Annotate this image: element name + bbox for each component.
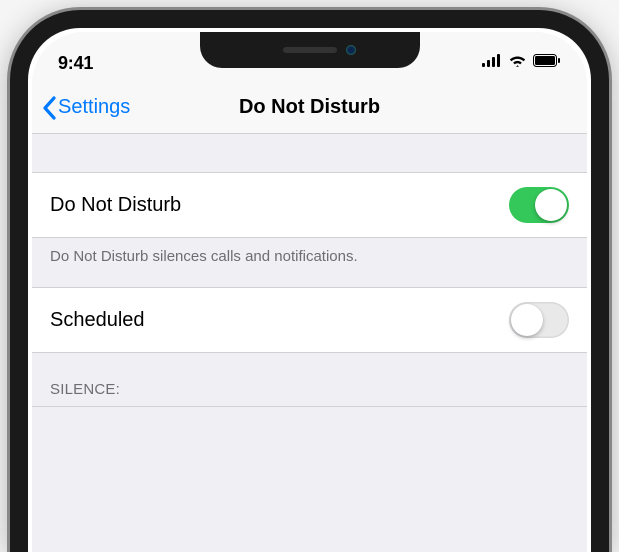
chevron-left-icon [42, 96, 56, 120]
page-title: Do Not Disturb [239, 96, 380, 119]
scheduled-label: Scheduled [50, 309, 145, 332]
notch [200, 32, 420, 68]
toggle-knob [511, 304, 543, 336]
battery-icon [533, 54, 561, 72]
back-button[interactable]: Settings [42, 96, 130, 120]
nav-bar: Settings Do Not Disturb [32, 82, 587, 134]
dnd-footer: Do Not Disturb silences calls and notifi… [32, 238, 587, 287]
cellular-icon [482, 54, 502, 72]
status-icons [482, 54, 561, 72]
content: Do Not Disturb Do Not Disturb silences c… [32, 134, 587, 407]
status-time: 9:41 [58, 53, 93, 74]
front-camera [346, 45, 356, 55]
dnd-toggle[interactable] [509, 187, 569, 223]
earpiece-speaker [283, 47, 337, 53]
scheduled-toggle[interactable] [509, 302, 569, 338]
phone-frame: 9:41 Settings Do Not Disturb [10, 10, 609, 552]
silence-header: SILENCE: [32, 353, 587, 406]
dnd-label: Do Not Disturb [50, 194, 181, 217]
back-label: Settings [58, 96, 130, 119]
wifi-icon [508, 54, 527, 72]
divider [32, 406, 587, 407]
scheduled-row[interactable]: Scheduled [32, 287, 587, 353]
screen: 9:41 Settings Do Not Disturb [32, 32, 587, 552]
toggle-knob [535, 189, 567, 221]
dnd-row[interactable]: Do Not Disturb [32, 172, 587, 238]
